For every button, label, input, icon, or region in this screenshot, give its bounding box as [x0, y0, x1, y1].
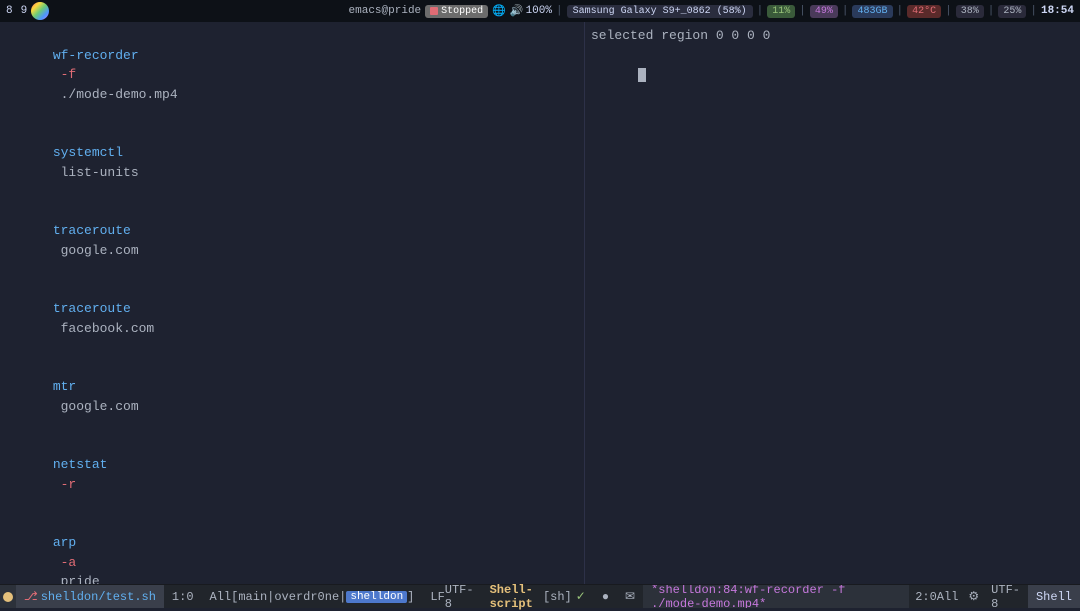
mode-indicator	[0, 585, 16, 608]
buffer-list: All[main|overdr0ne|shelldon]	[202, 585, 423, 608]
email-icon: ✉	[625, 589, 635, 604]
battery-2: 49%	[810, 5, 838, 18]
terminal-line-4: traceroute facebook.com	[6, 280, 578, 358]
volume-percent: 100%	[526, 5, 552, 17]
mode-dot	[3, 592, 13, 602]
filetype-label: Shell-script	[490, 583, 539, 611]
cursor-position: 1:0	[164, 585, 202, 608]
active-buffer: shelldon	[346, 591, 407, 603]
temp-indicator: 42°C	[907, 5, 941, 18]
terminal-line-6: netstat -r	[6, 436, 578, 514]
battery-4: 25%	[998, 5, 1026, 18]
dot-indicator: ●	[594, 585, 617, 608]
sep3: |	[799, 5, 806, 17]
email-icon-box: ✉	[617, 585, 643, 608]
encoding-lf: LF UTF-8	[422, 585, 481, 608]
region-pane: selected region 0 0 0 0	[585, 22, 1080, 584]
system-time: 18:54	[1041, 5, 1074, 17]
storage-indicator: 483GB	[852, 5, 892, 18]
volume-icon: 🔊	[510, 4, 524, 18]
git-branch: ⎇ shelldon/test.sh	[16, 585, 164, 608]
check-icon: ✓	[576, 589, 586, 604]
terminal-line-1: wf-recorder -f ./mode-demo.mp4	[6, 26, 578, 124]
region-cursor	[591, 46, 1074, 105]
wf-status: *shelldon:84:wf-recorder -f ./mode-demo.…	[643, 585, 909, 608]
main-content: wf-recorder -f ./mode-demo.mp4 systemctl…	[0, 22, 1080, 584]
stopped-label: Stopped	[441, 6, 483, 17]
workspace-num-9[interactable]: 9	[21, 5, 28, 17]
git-icon: ⎇	[24, 589, 38, 604]
sep2: |	[757, 5, 764, 17]
volume-indicator: 🔊 100%	[510, 4, 552, 18]
sep1: |	[556, 5, 563, 17]
battery-3: 38%	[956, 5, 984, 18]
stop-icon	[430, 7, 438, 15]
user-avatar	[31, 2, 49, 20]
bottombar-left: ⎇ shelldon/test.sh 1:0 All[main|overdr0n…	[0, 585, 643, 608]
battery-1: 11%	[767, 5, 795, 18]
terminal-line-7: arp -a pride	[6, 514, 578, 585]
wf-position: 2:0 All	[909, 585, 964, 608]
device-label: Samsung Galaxy S9+_0862 (58%)	[567, 5, 753, 18]
bottom-status-bar: ⎇ shelldon/test.sh 1:0 All[main|overdr0n…	[0, 584, 1080, 608]
gear-icon: ⚙	[968, 589, 979, 604]
network-icon: 🌐	[492, 4, 506, 18]
gear-icon-box: ⚙	[964, 585, 983, 608]
top-status-bar: 8 9 emacs@pride Stopped 🌐 🔊 100% | Samsu…	[0, 0, 1080, 22]
bottombar-right: *shelldon:84:wf-recorder -f ./mode-demo.…	[643, 585, 1080, 608]
filetype-indicator: Shell-script [sh] ✓	[482, 585, 594, 608]
stopped-indicator: Stopped	[425, 5, 488, 18]
shell-label: Shell	[1028, 585, 1080, 608]
workspace-num-8[interactable]: 8	[6, 5, 13, 17]
filetype-sh: [sh]	[543, 590, 572, 604]
sep8: |	[1030, 5, 1037, 17]
terminal-line-5: mtr google.com	[6, 358, 578, 436]
emacs-label: emacs@pride	[349, 5, 422, 17]
terminal-pane[interactable]: wf-recorder -f ./mode-demo.mp4 systemctl…	[0, 22, 585, 584]
encoding-2: UTF-8	[983, 585, 1028, 608]
cursor	[638, 68, 646, 82]
branch-path: shelldon/test.sh	[41, 590, 156, 604]
sep7: |	[988, 5, 995, 17]
sep4: |	[842, 5, 849, 17]
dot-icon: ●	[602, 590, 609, 604]
region-text: selected region 0 0 0 0	[591, 26, 1074, 46]
terminal-line-3: traceroute google.com	[6, 202, 578, 280]
sep5: |	[897, 5, 904, 17]
sep6: |	[945, 5, 952, 17]
terminal-line-2: systemctl list-units	[6, 124, 578, 202]
